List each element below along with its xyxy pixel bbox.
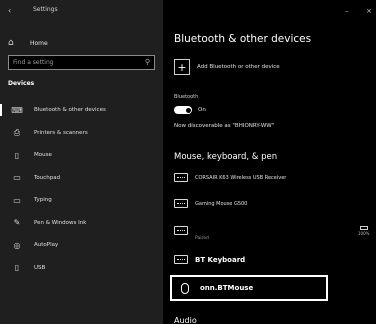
sidebar-item-usb[interactable]: ▯ USB xyxy=(0,257,163,280)
search-icon[interactable]: ⚲ xyxy=(145,58,150,66)
discoverable-text: Now discoverable as "BHIONRY-WW" xyxy=(174,123,275,129)
plus-icon: + xyxy=(174,59,190,75)
device-item[interactable]: Paired xyxy=(174,226,209,241)
pen-icon: ✎ xyxy=(13,218,21,228)
search-input[interactable] xyxy=(13,59,138,66)
bluetooth-toggle[interactable] xyxy=(174,106,192,114)
sidebar-item-label: Bluetooth & other devices xyxy=(34,107,106,114)
device-name: BT Keyboard xyxy=(195,255,246,264)
device-item[interactable]: CORSAIR K63 Wireless USB Receiver xyxy=(174,173,286,182)
close-icon[interactable]: × xyxy=(366,7,372,15)
sidebar-item-touchpad[interactable]: ▭ Touchpad xyxy=(0,167,163,190)
device-name: onn.BTMouse xyxy=(200,284,254,292)
battery-indicator: 100% xyxy=(358,226,369,236)
sidebar-item-mouse[interactable]: ▯ Mouse xyxy=(0,144,163,167)
sidebar-item-typing[interactable]: ▭ Typing xyxy=(0,189,163,212)
sidebar: ‹ Settings ⌂ Home ⚲ Devices ⌨ Bluetooth … xyxy=(0,0,163,324)
keyboard-icon xyxy=(174,173,188,182)
sidebar-item-label: Mouse xyxy=(34,152,52,159)
sidebar-item-label: AutoPlay xyxy=(34,242,59,249)
sidebar-item-bluetooth[interactable]: ⌨ Bluetooth & other devices xyxy=(0,99,163,122)
page-title: Bluetooth & other devices xyxy=(174,33,312,45)
sidebar-item-autoplay[interactable]: ◎ AutoPlay xyxy=(0,234,163,257)
bluetooth-toggle-row: On xyxy=(174,106,206,114)
home-icon: ⌂ xyxy=(8,38,14,48)
sidebar-nav: ⌨ Bluetooth & other devices ⎙ Printers &… xyxy=(0,99,163,279)
section-heading-devices: Devices xyxy=(8,80,35,87)
printer-icon: ⎙ xyxy=(13,127,21,137)
bluetooth-label: Bluetooth xyxy=(174,94,199,100)
sidebar-item-label: USB xyxy=(34,264,46,271)
toggle-state-label: On xyxy=(198,107,206,113)
usb-icon: ▯ xyxy=(14,263,20,273)
sidebar-item-printers[interactable]: ⎙ Printers & scanners xyxy=(0,122,163,145)
sidebar-item-label: Touchpad xyxy=(34,174,61,181)
section-title-mouse-keyboard-pen: Mouse, keyboard, & pen xyxy=(174,152,278,162)
search-box[interactable]: ⚲ xyxy=(8,55,155,70)
add-device-button[interactable]: + Add Bluetooth or other device xyxy=(174,59,280,75)
window-title: Settings xyxy=(33,6,58,13)
sidebar-item-label: Printers & scanners xyxy=(34,129,88,136)
device-item[interactable]: Gaming Mouse G500 xyxy=(174,199,247,208)
device-status: Paired xyxy=(195,236,209,241)
touchpad-icon: ▭ xyxy=(13,173,21,183)
bluetooth-devices-icon: ⌨ xyxy=(11,105,23,115)
sidebar-item-label: Typing xyxy=(34,197,52,204)
back-arrow-icon[interactable]: ‹ xyxy=(8,6,11,15)
battery-icon xyxy=(359,226,368,230)
keyboard-icon xyxy=(174,226,188,235)
mouse-icon: ▯ xyxy=(14,150,20,160)
add-device-label: Add Bluetooth or other device xyxy=(197,64,280,70)
keyboard-icon xyxy=(174,199,188,208)
sidebar-item-label: Pen & Windows Ink xyxy=(34,219,87,226)
home-label: Home xyxy=(30,39,48,47)
device-item-selected[interactable]: onn.BTMouse xyxy=(170,275,328,301)
autoplay-icon: ◎ xyxy=(13,240,21,250)
device-item[interactable]: BT Keyboard xyxy=(174,255,245,264)
device-name: Gaming Mouse G500 xyxy=(195,200,248,207)
sidebar-item-home[interactable]: ⌂ Home xyxy=(8,36,48,50)
device-name: CORSAIR K63 Wireless USB Receiver xyxy=(195,174,287,181)
mouse-icon xyxy=(181,282,189,294)
sidebar-item-pen[interactable]: ✎ Pen & Windows Ink xyxy=(0,212,163,235)
battery-percent: 100% xyxy=(358,231,370,236)
minimize-icon[interactable]: – xyxy=(345,7,349,15)
main-content: – × Bluetooth & other devices + Add Blue… xyxy=(163,0,376,324)
section-title-audio: Audio xyxy=(174,316,197,324)
keyboard-icon: ▭ xyxy=(13,195,21,205)
keyboard-icon xyxy=(174,255,188,264)
settings-window: ‹ Settings ⌂ Home ⚲ Devices ⌨ Bluetooth … xyxy=(0,0,376,324)
